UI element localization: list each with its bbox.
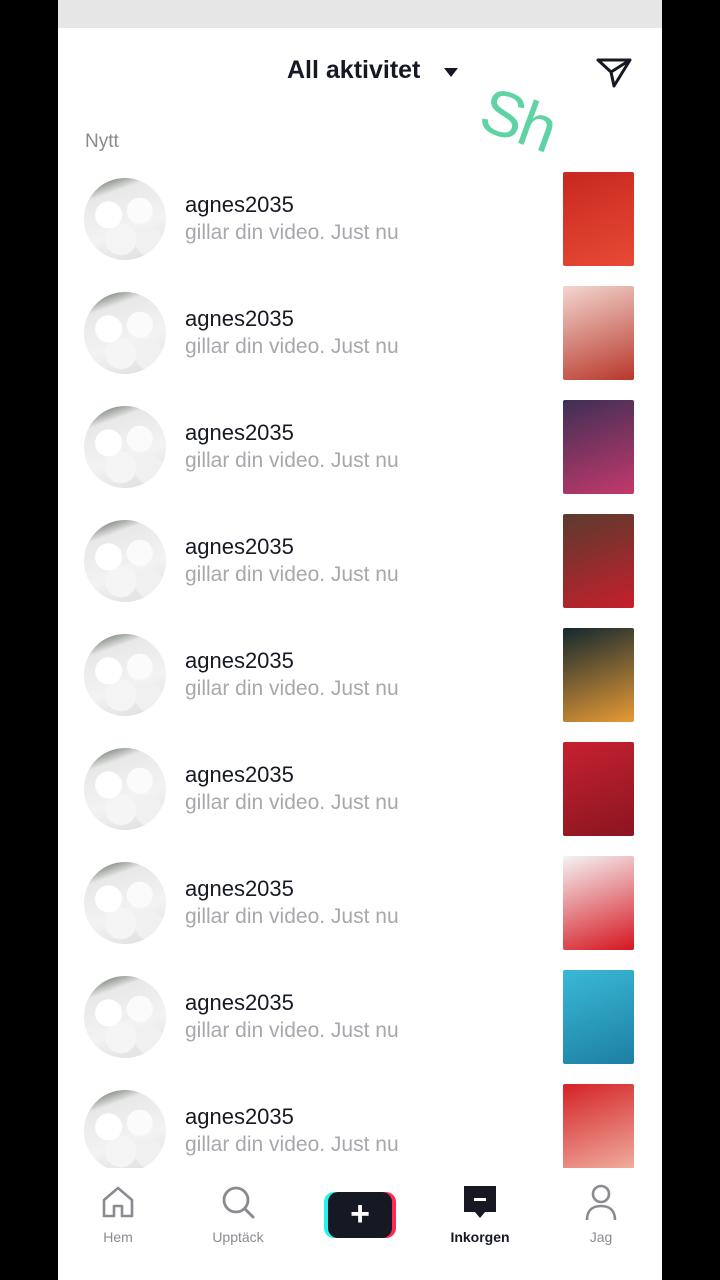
video-thumbnail[interactable] — [563, 628, 634, 722]
video-thumbnail[interactable] — [563, 856, 634, 950]
inbox-icon — [464, 1186, 496, 1218]
tab-label: Inkorgen — [450, 1229, 510, 1245]
avatar[interactable] — [84, 862, 166, 944]
username[interactable]: agnes2035 — [185, 876, 294, 902]
search-icon — [222, 1186, 255, 1219]
video-thumbnail[interactable] — [563, 1084, 634, 1178]
avatar[interactable] — [84, 976, 166, 1058]
bottom-tab-bar: Hem Upptäck + Inkorgen Jag — [58, 1168, 662, 1280]
username[interactable]: agnes2035 — [185, 534, 294, 560]
username[interactable]: agnes2035 — [185, 648, 294, 674]
tab-inbox[interactable]: Inkorgen — [430, 1182, 530, 1252]
video-thumbnail[interactable] — [563, 286, 634, 380]
list-item[interactable]: agnes2035 gillar din video. Just nu — [58, 740, 662, 840]
status-bar — [58, 0, 662, 28]
create-video-button[interactable]: + — [324, 1192, 396, 1238]
list-item[interactable]: agnes2035 gillar din video. Just nu — [58, 626, 662, 726]
section-label: Nytt — [85, 131, 119, 152]
video-thumbnail[interactable] — [563, 514, 634, 608]
list-item[interactable]: agnes2035 gillar din video. Just nu — [58, 284, 662, 384]
list-item[interactable]: agnes2035 gillar din video. Just nu — [58, 854, 662, 954]
notification-text: gillar din video. Just nu — [185, 221, 399, 244]
header: All aktivitet — [58, 44, 662, 100]
avatar[interactable] — [84, 520, 166, 602]
plus-icon: + — [328, 1192, 392, 1238]
list-item[interactable]: agnes2035 gillar din video. Just nu — [58, 170, 662, 270]
notification-text: gillar din video. Just nu — [185, 677, 399, 700]
list-item[interactable]: agnes2035 gillar din video. Just nu — [58, 968, 662, 1068]
avatar[interactable] — [84, 634, 166, 716]
username[interactable]: agnes2035 — [185, 762, 294, 788]
caret-down-icon — [444, 68, 458, 77]
video-thumbnail[interactable] — [563, 970, 634, 1064]
username[interactable]: agnes2035 — [185, 420, 294, 446]
tab-home[interactable]: Hem — [68, 1182, 168, 1252]
profile-icon — [585, 1184, 617, 1221]
tab-label: Hem — [103, 1229, 133, 1245]
notification-text: gillar din video. Just nu — [185, 563, 399, 586]
tab-discover[interactable]: Upptäck — [188, 1182, 288, 1252]
avatar[interactable] — [84, 178, 166, 260]
page-title: All aktivitet — [287, 56, 421, 84]
list-item[interactable]: agnes2035 gillar din video. Just nu — [58, 512, 662, 612]
video-thumbnail[interactable] — [563, 400, 634, 494]
avatar[interactable] — [84, 292, 166, 374]
username[interactable]: agnes2035 — [185, 1104, 294, 1130]
username[interactable]: agnes2035 — [185, 306, 294, 332]
direct-message-icon[interactable] — [594, 52, 634, 92]
username[interactable]: agnes2035 — [185, 192, 294, 218]
avatar[interactable] — [84, 748, 166, 830]
notification-text: gillar din video. Just nu — [185, 449, 399, 472]
tab-label: Upptäck — [212, 1229, 264, 1245]
avatar[interactable] — [84, 406, 166, 488]
video-thumbnail[interactable] — [563, 172, 634, 266]
notification-text: gillar din video. Just nu — [185, 905, 399, 928]
notification-text: gillar din video. Just nu — [185, 1019, 399, 1042]
home-icon — [102, 1186, 134, 1218]
notification-text: gillar din video. Just nu — [185, 791, 399, 814]
list-item[interactable]: agnes2035 gillar din video. Just nu — [58, 1082, 662, 1182]
list-item[interactable]: agnes2035 gillar din video. Just nu — [58, 398, 662, 498]
tab-profile[interactable]: Jag — [551, 1182, 651, 1252]
notification-text: gillar din video. Just nu — [185, 335, 399, 358]
tab-label: Jag — [589, 1229, 613, 1245]
avatar[interactable] — [84, 1090, 166, 1172]
video-thumbnail[interactable] — [563, 742, 634, 836]
notification-text: gillar din video. Just nu — [185, 1133, 399, 1156]
username[interactable]: agnes2035 — [185, 990, 294, 1016]
activity-screen: All aktivitet Sh Nytt agnes2035 gillar di… — [58, 0, 662, 1280]
